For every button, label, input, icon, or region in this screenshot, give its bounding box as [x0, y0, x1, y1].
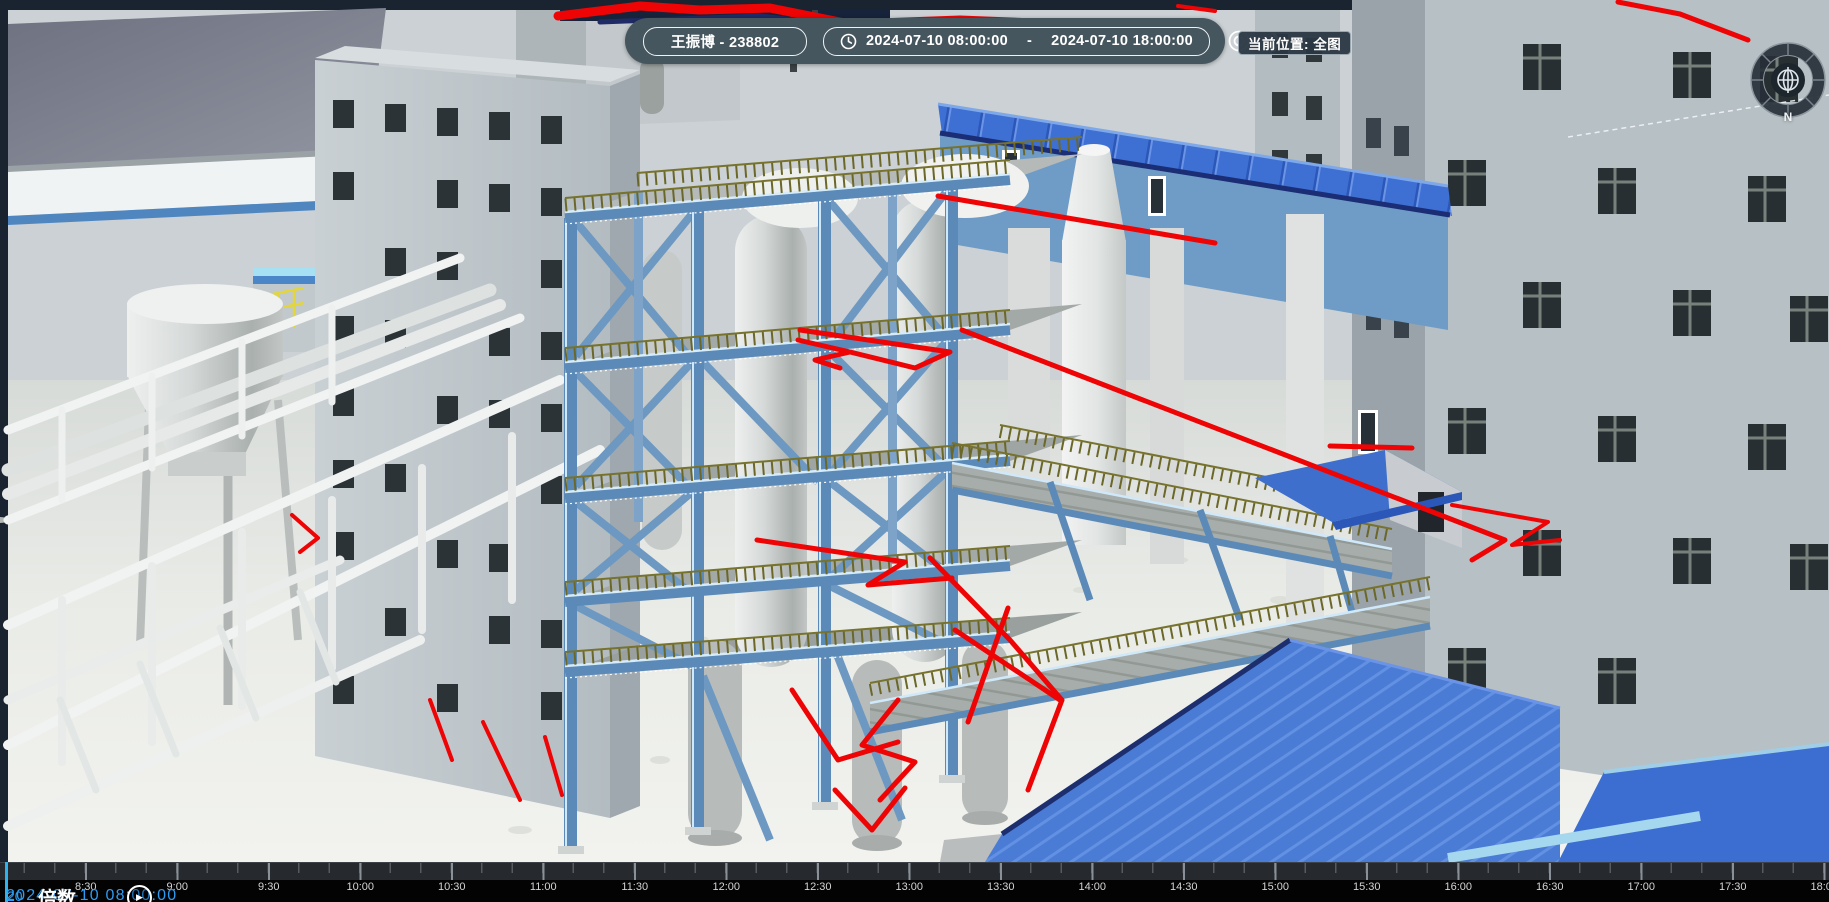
tick-label: 16:00 [1413, 881, 1505, 893]
compass-north-label: N [1750, 110, 1826, 124]
tick-label: 16:30 [1504, 881, 1596, 893]
compass-gizmo[interactable]: N [1750, 42, 1826, 130]
time-range-start: 2024-07-10 08:00:00 [866, 33, 1008, 49]
scene-3d[interactable] [0, 0, 1829, 862]
tick-label: 15:30 [1321, 881, 1413, 893]
tick-label: 17:30 [1687, 881, 1779, 893]
speed-value: 20 [7, 888, 23, 902]
playback-controls: 2024-07-10 08:00:00 20 倍数 ▶ [0, 882, 420, 902]
top-toolbar: 王振博 - 238802 2024-07-10 08:00:00 - 2024-… [625, 18, 1225, 64]
play-icon: ▶ [136, 892, 143, 902]
time-range-picker[interactable]: 2024-07-10 08:00:00 - 2024-07-10 18:00:0… [823, 27, 1210, 56]
person-selector[interactable]: 王振博 - 238802 [643, 27, 807, 56]
tick-label: 13:30 [955, 881, 1047, 893]
tick-label: 12:30 [772, 881, 864, 893]
tick-label: 15:00 [1230, 881, 1322, 893]
current-location-label: 当前位置: 全图 [1248, 33, 1341, 53]
current-location-badge: 当前位置: 全图 [1238, 31, 1351, 55]
tick-label: 13:00 [864, 881, 956, 893]
tick-label: 12:00 [681, 881, 773, 893]
app-root: 王振博 - 238802 2024-07-10 08:00:00 - 2024-… [0, 0, 1829, 902]
timeline-bar: 8:30 9:00 9:30 10:00 10:30 11:00 11:30 1… [0, 862, 1829, 902]
gallery-support-column [1286, 214, 1324, 644]
time-range-end: 2024-07-10 18:00:00 [1051, 33, 1193, 49]
tick-label: 11:30 [589, 881, 681, 893]
tick-label: 11:00 [498, 881, 590, 893]
clock-icon [840, 33, 857, 50]
timeline-scrubber[interactable] [0, 862, 1829, 880]
navigation-compass-icon [1750, 42, 1826, 118]
tick-label: 14:00 [1047, 881, 1139, 893]
person-label: 王振博 - 238802 [671, 31, 779, 52]
viewport-3d[interactable] [0, 0, 1829, 862]
speed-multiplier-control[interactable]: 倍数 [38, 884, 76, 902]
tick-label: 14:30 [1138, 881, 1230, 893]
time-range-separator: - [1027, 33, 1032, 49]
tick-label: 17:00 [1596, 881, 1688, 893]
tick-label: 18:00 [1779, 881, 1829, 893]
